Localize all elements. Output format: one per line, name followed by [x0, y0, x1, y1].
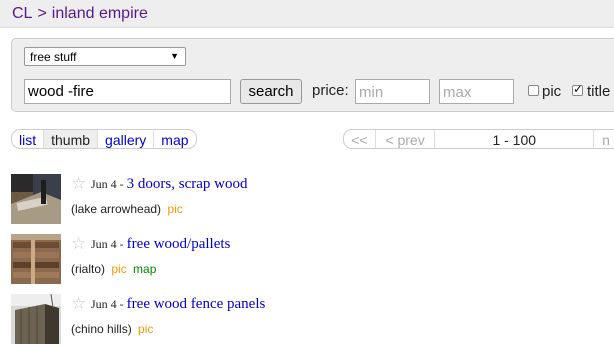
pic-checkbox[interactable]: [528, 85, 539, 96]
list-item: ☆ Jun 4 - free wood/pallets (rialto) pic…: [11, 234, 611, 286]
listing-location: (chino hills): [71, 322, 132, 336]
pagination: << < prev 1 - 100 n: [343, 129, 614, 149]
listing-date-separator: -: [116, 297, 127, 311]
listing-title-link[interactable]: 3 doors, scrap wood: [127, 176, 248, 192]
breadcrumb-site-link[interactable]: CL: [12, 5, 32, 22]
star-icon[interactable]: ☆: [71, 174, 86, 194]
listing-date: Jun 4: [91, 297, 117, 311]
chevron-down-icon: ▼: [170, 51, 179, 61]
title-checkbox[interactable]: [572, 82, 583, 96]
min-price-input[interactable]: min: [355, 79, 430, 104]
star-icon[interactable]: ☆: [71, 234, 86, 254]
tab-list[interactable]: list: [12, 130, 45, 148]
search-button[interactable]: search: [240, 79, 302, 104]
listing-meta: (lake arrowhead) pic: [71, 202, 183, 216]
next-page-button[interactable]: n: [594, 130, 614, 148]
list-item: ☆ Jun 4 - free wood fence panels (chino …: [11, 294, 611, 346]
star-icon[interactable]: ☆: [71, 294, 86, 314]
listing-title-link[interactable]: free wood/pallets: [127, 236, 231, 252]
listing-location: (rialto): [71, 262, 106, 276]
list-item: ☆ Jun 4 - 3 doors, scrap wood (lake arro…: [11, 174, 611, 226]
pic-tag: pic: [138, 322, 154, 336]
listing-date: Jun 4: [91, 177, 117, 191]
page-range: 1 - 100: [435, 130, 595, 148]
listing-thumbnail[interactable]: [11, 234, 61, 284]
listing-date-separator: -: [116, 177, 127, 191]
listing-meta: (rialto) pic map: [71, 262, 156, 276]
category-select-value: free stuff: [30, 50, 77, 64]
pic-tag: pic: [111, 262, 127, 276]
listing-title-link[interactable]: free wood fence panels: [127, 296, 266, 312]
pic-checkbox-label: pic: [542, 83, 562, 100]
listing-header: Jun 4 - 3 doors, scrap wood: [91, 176, 248, 193]
breadcrumb-region-link[interactable]: inland empire: [52, 5, 148, 22]
max-price-input[interactable]: max: [439, 79, 514, 104]
tab-thumb[interactable]: thumb: [44, 130, 99, 148]
breadcrumb: CL > inland empire: [12, 5, 148, 23]
breadcrumb-separator: >: [37, 5, 47, 22]
listing-location: (lake arrowhead): [71, 202, 162, 216]
tab-gallery[interactable]: gallery: [98, 130, 155, 148]
pic-tag: pic: [167, 202, 183, 216]
listing-header: Jun 4 - free wood fence panels: [91, 296, 265, 313]
listing-thumbnail[interactable]: [11, 294, 61, 344]
category-select[interactable]: free stuff ▼: [24, 47, 186, 66]
prev-page-button[interactable]: < prev: [376, 130, 436, 148]
listing-date: Jun 4: [91, 237, 117, 251]
listing-header: Jun 4 - free wood/pallets: [91, 236, 230, 253]
tab-map[interactable]: map: [154, 130, 195, 148]
title-checkbox-label: title: [587, 83, 611, 100]
listing-thumbnail[interactable]: [11, 174, 61, 224]
listing-date-separator: -: [116, 237, 127, 251]
price-label: price:: [312, 82, 349, 99]
listing-meta: (chino hills) pic: [71, 322, 153, 336]
search-input[interactable]: wood -fire: [24, 79, 231, 104]
first-page-button[interactable]: <<: [344, 130, 376, 148]
top-bar: CL > inland empire: [0, 0, 614, 28]
view-mode-tabs: list thumb gallery map: [11, 129, 197, 149]
map-tag: map: [133, 262, 157, 276]
